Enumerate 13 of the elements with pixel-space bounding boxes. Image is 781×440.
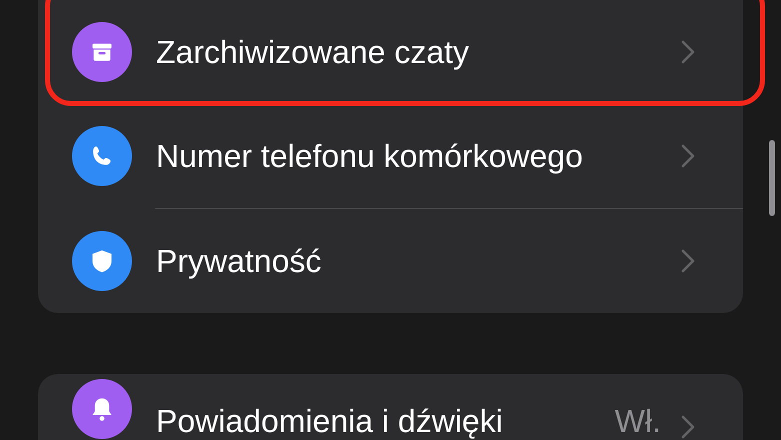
settings-row[interactable]: Prywatność [38, 209, 743, 313]
chevron-icon [681, 415, 695, 439]
row-label: Powiadomienia i dźwięki [156, 403, 504, 439]
settings-row[interactable]: Zarchiwizowane czaty [38, 0, 743, 104]
settings-row[interactable]: Numer telefonu komórkowego [38, 104, 743, 208]
row-value: Wł. [614, 403, 661, 439]
row-label: Prywatność [156, 243, 322, 279]
chevron-icon [681, 249, 695, 273]
chevron-icon [681, 144, 695, 168]
chevron-icon [681, 40, 695, 64]
row-label: Zarchiwizowane czaty [156, 34, 470, 70]
row-label: Numer telefonu komórkowego [156, 138, 584, 174]
settings-row[interactable]: Powiadomienia i dźwięki Wł. [38, 374, 743, 440]
